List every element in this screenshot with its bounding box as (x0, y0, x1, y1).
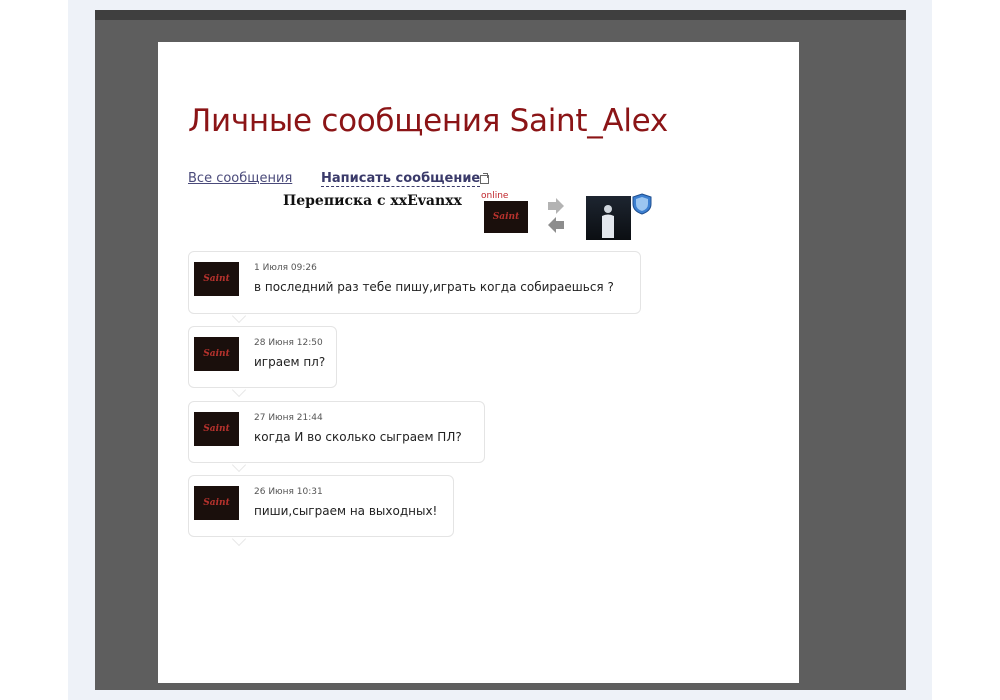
online-status: online (481, 191, 509, 201)
person-icon (602, 205, 614, 238)
message-avatar[interactable]: Saint (194, 262, 239, 296)
message-bubble: Saint 27 Июня 21:44 когда И во сколько с… (188, 401, 485, 463)
avatar-logo: Saint (203, 498, 230, 508)
message-bubble: Saint 26 Июня 10:31 пиши,сыграем на выхо… (188, 475, 454, 537)
message-timestamp: 1 Июля 09:26 (254, 263, 317, 273)
message-avatar[interactable]: Saint (194, 337, 239, 371)
message-bubble: Saint 1 Июля 09:26 в последний раз тебе … (188, 251, 641, 314)
external-link-icon (480, 173, 489, 184)
arrow-right-icon (548, 198, 564, 214)
message-timestamp: 28 Июня 12:50 (254, 338, 323, 348)
message-text: пиши,сыграем на выходных! (254, 504, 438, 518)
message-text: когда И во сколько сыграем ПЛ? (254, 430, 462, 444)
message-timestamp: 26 Июня 10:31 (254, 487, 323, 497)
message-avatar[interactable]: Saint (194, 412, 239, 446)
message-text: в последний раз тебе пишу,играть когда с… (254, 280, 614, 294)
avatar-logo: Saint (203, 424, 230, 434)
page-title: Личные сообщения Saint_Alex (188, 103, 668, 139)
avatar-logo: Saint (203, 349, 230, 359)
message-avatar[interactable]: Saint (194, 486, 239, 520)
message-text: играем пл? (254, 355, 326, 369)
write-message-link[interactable]: Написать сообщение (321, 171, 481, 187)
conversation-title: Переписка с xxEvanxx (283, 193, 462, 209)
recipient-avatar[interactable] (586, 196, 631, 240)
all-messages-link[interactable]: Все сообщения (188, 171, 292, 186)
window-topbar (95, 10, 906, 20)
sender-avatar[interactable]: Saint (484, 201, 528, 233)
arrow-left-icon (548, 217, 564, 233)
avatar-logo: Saint (492, 212, 520, 222)
avatar-logo: Saint (203, 274, 230, 284)
shield-badge-icon (632, 193, 652, 215)
message-timestamp: 27 Июня 21:44 (254, 413, 323, 423)
message-bubble: Saint 28 Июня 12:50 играем пл? (188, 326, 337, 388)
